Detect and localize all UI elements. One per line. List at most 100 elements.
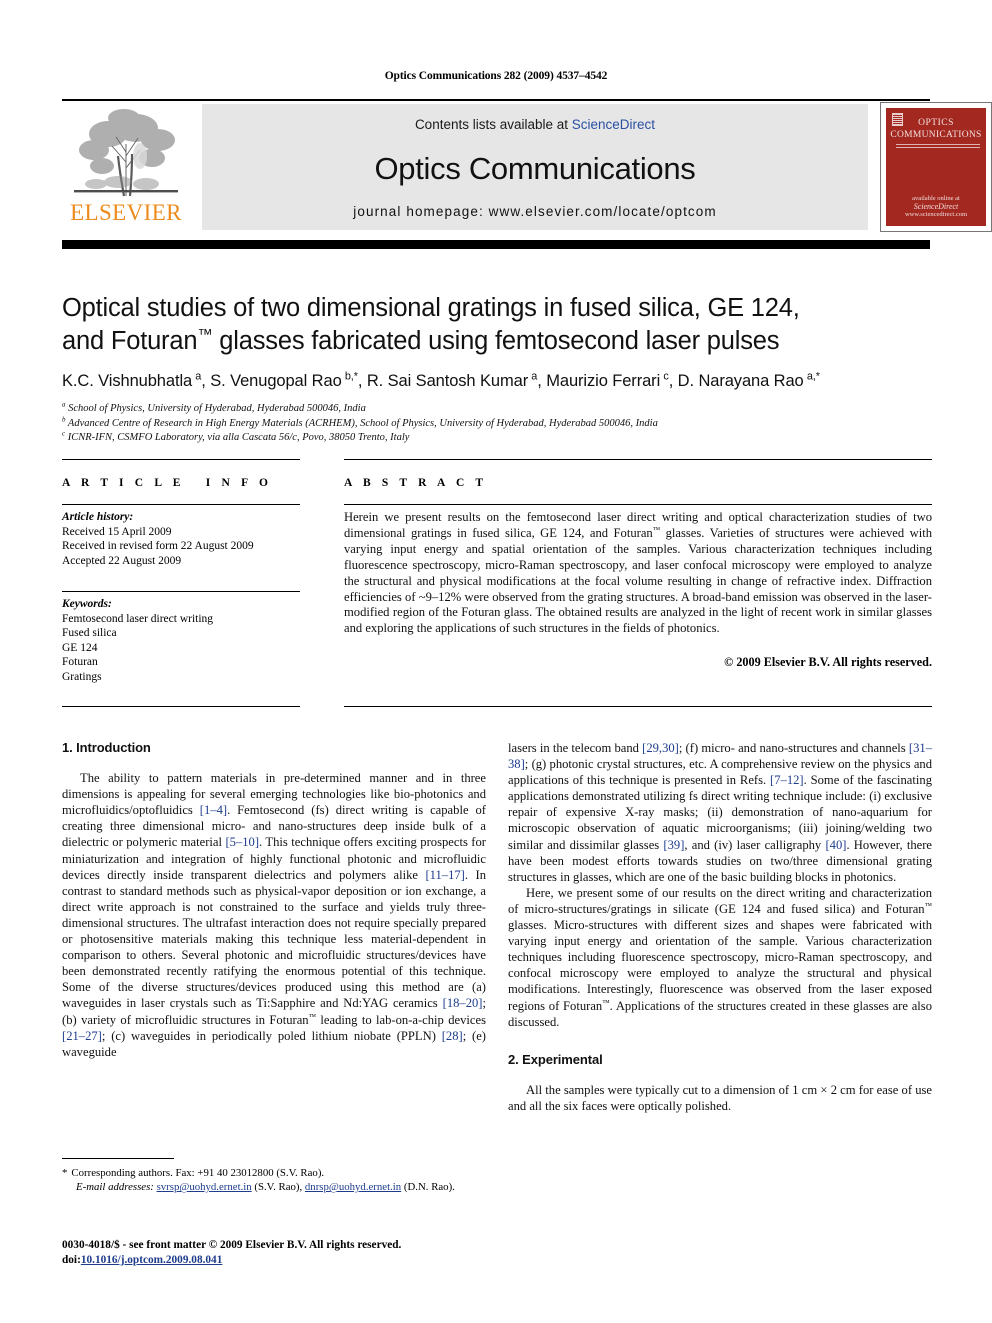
email-note: E-mail addresses: svrsp@uohyd.ernet.in (… [62,1180,492,1194]
text-run: ; (f) micro- and nano-structures and cha… [678,741,909,755]
elsevier-logo: ELSEVIER [62,104,190,232]
journal-article-page: Optics Communications 282 (2009) 4537–45… [0,0,992,1323]
doi-line: doi:10.1016/j.optcom.2009.08.041 [62,1253,492,1268]
journal-homepage-line[interactable]: journal homepage: www.elsevier.com/locat… [202,204,868,219]
body-column-left: 1. Introduction The ability to pattern m… [62,740,486,1060]
contents-prefix: Contents lists available at [414,117,572,132]
imprint-block: 0030-4018/$ - see front matter © 2009 El… [62,1238,492,1267]
citation-ref[interactable]: [18–20] [443,996,483,1010]
sciencedirect-link[interactable]: ScienceDirect [572,117,655,132]
cover-title-line2: COMMUNICATIONS [890,130,982,140]
abstract-heading: A B S T R A C T [344,477,488,489]
keyword-item-2: GE 124 [62,641,98,654]
citation-ref[interactable]: [5–10] [225,835,259,849]
abstract-text: Herein we present results on the femtose… [344,510,932,637]
keyword-item-3: Foturan [62,656,98,668]
info-rule-3 [62,706,300,707]
affiliation-c: c ICNR-IFN, CSMFO Laboratory, via alla C… [62,430,410,443]
keyword-list: Keywords: Femtosecond laser direct writi… [62,597,312,684]
history-item-2: Accepted 22 August 2009 [62,554,182,567]
text-run: (D.N. Rao). [401,1181,455,1194]
text-run: Here, we present some of our results on … [508,885,932,916]
masthead-black-bar [62,240,930,249]
paragraph-intro-cont: lasers in the telecom band [29,30]; (f) … [508,740,932,885]
running-head: Optics Communications 282 (2009) 4537–45… [384,70,608,82]
keywords-label: Keywords: [62,598,112,610]
text-run: leading to lab-on-a-chip devices [316,1012,486,1027]
title-line-2a: and Foturan [62,327,198,355]
journal-title: Optics Communications [374,151,696,186]
citation-ref[interactable]: [40] [825,838,846,852]
cover-footer-top: available online at [912,195,960,202]
info-rule-2 [62,591,300,592]
abstract-rule-2 [344,706,932,707]
journal-band: Contents lists available at ScienceDirec… [202,104,868,230]
corresponding-author-note: * Corresponding authors. Fax: +91 40 2301… [62,1166,492,1180]
info-top-rule [62,459,300,460]
paragraph-intro: The ability to pattern materials in pre-… [62,770,486,1060]
keyword-item-4: Gratings [62,670,102,683]
journal-masthead: ELSEVIER Contents lists available at Sci… [62,100,992,232]
citation-ref[interactable]: [39] [663,838,684,852]
history-item-0: Received 15 April 2009 [62,525,172,538]
article-history: Article history: Received 15 April 2009 … [62,510,312,568]
affiliation-b: b Advanced Centre of Research in High En… [62,416,658,429]
citation-ref[interactable]: [28] [442,1029,463,1043]
elsevier-tree-icon [68,104,184,202]
citation-ref[interactable]: [7–12] [770,773,804,787]
footnote-rule [62,1158,174,1159]
cover-subtitle-lines [896,144,980,149]
trademark-icon: ™ [652,524,661,534]
cover-footer-bottom: www.sciencedirect.com [904,211,968,218]
paragraph-present-work: Here, we present some of our results on … [508,885,932,1030]
author-list: K.C. Vishnubhatla a, S. Venugopal Rao b,… [62,370,820,390]
email-link-1[interactable]: svrsp@uohyd.ernet.in [157,1181,252,1193]
journal-cover-thumbnail[interactable]: OPTICS COMMUNICATIONS available online a… [880,102,992,232]
article-info-heading: A R T I C L E I N F O [62,477,273,489]
trademark-icon: ™ [924,900,932,910]
keyword-item-1: Fused silica [62,627,117,639]
contents-available-line: Contents lists available at ScienceDirec… [202,117,868,132]
cover-footer-brand: ScienceDirect [913,202,959,211]
section-heading-experimental: 2. Experimental [508,1051,603,1067]
trademark-icon: ™ [602,997,610,1007]
title-line-1: Optical studies of two dimensional grati… [62,294,800,322]
paragraph-experimental: All the samples were typically cut to a … [508,1082,932,1113]
elsevier-wordmark: ELSEVIER [70,200,182,225]
keyword-item-0: Femtosecond laser direct writing [62,612,214,625]
text-run: (S.V. Rao), [251,1181,305,1194]
copyright-notice: © 2009 Elsevier B.V. All rights reserved… [724,655,932,669]
cover-footer: available online at ScienceDirect www.sc… [886,195,986,218]
email-link-2[interactable]: dnrsp@uohyd.ernet.in [305,1181,401,1193]
page-title: Optical studies of two dimensional grati… [62,292,932,358]
citation-ref[interactable]: [1–4] [200,803,227,817]
text-run: . In contrast to standard methods such a… [62,867,486,1011]
trademark-icon: ™ [308,1011,317,1021]
citation-ref[interactable]: [11–17] [425,868,464,882]
affiliation-list: a School of Physics, University of Hyder… [62,402,942,446]
title-line-2b: glasses fabricated using femtosecond las… [212,327,780,355]
body-column-right: lasers in the telecom band [29,30]; (f) … [508,740,932,1114]
article-history-label: Article history: [62,511,134,523]
doi-link[interactable]: 10.1016/j.optcom.2009.08.041 [81,1254,223,1266]
abstract-top-rule [344,459,932,460]
doi-label: doi: [62,1253,81,1266]
citation-ref[interactable]: [21–27] [62,1029,102,1043]
text-run: Corresponding authors. Fax: +91 40 23012… [71,1167,325,1179]
citation-ref[interactable]: [29,30] [642,741,679,755]
trademark-icon: ™ [197,326,213,344]
text-run: lasers in the telecom band [508,741,643,755]
affiliation-a: a School of Physics, University of Hyder… [62,401,366,414]
history-item-1: Received in revised form 22 August 2009 [62,540,254,552]
section-heading-introduction: 1. Introduction [62,740,151,755]
email-label: E-mail addresses: [76,1181,154,1194]
text-run: ; (c) waveguides in periodically poled l… [101,1028,442,1043]
abstract-rule-1 [344,504,932,505]
cover-title-line1: OPTICS [918,118,954,128]
asterisk-icon: * [62,1167,68,1179]
info-rule-1 [62,504,300,505]
footnote-block: * Corresponding authors. Fax: +91 40 2301… [62,1166,492,1194]
abstract-part-2: glasses. Varieties of structures were ac… [344,525,932,636]
issn-front-matter: 0030-4018/$ - see front matter © 2009 El… [62,1239,402,1251]
text-run: , and (iv) laser calligraphy [684,837,826,852]
